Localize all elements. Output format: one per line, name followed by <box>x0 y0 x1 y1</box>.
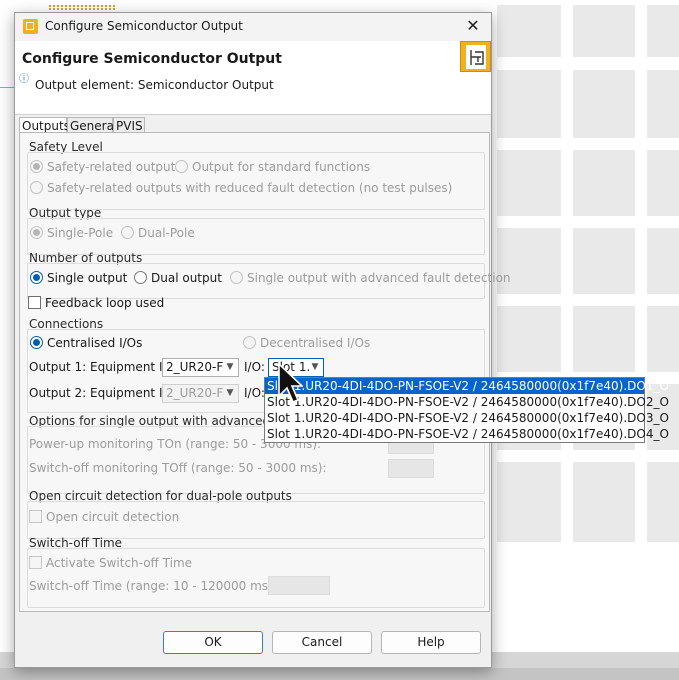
radio-single-output-label: Single output <box>47 271 128 285</box>
mouse-pointer-icon <box>278 362 303 404</box>
canvas-cell <box>573 150 635 216</box>
radio-single-pole-label: Single-Pole <box>47 226 114 240</box>
dialog-header: Configure Semiconductor Output ⓘ Output … <box>15 41 491 115</box>
close-icon[interactable]: ✕ <box>463 16 483 36</box>
help-button[interactable]: Help <box>381 631 481 654</box>
radio-reduced-fault-detection[interactable] <box>30 181 43 194</box>
canvas-element-outline <box>49 5 115 10</box>
canvas-cell <box>573 306 635 372</box>
dropdown-option-do4[interactable]: Slot 1.UR20-4DI-4DO-PN-FSOE-V2 / 2464580… <box>265 426 669 442</box>
feedback-loop-checkbox[interactable] <box>28 296 41 309</box>
canvas-cell <box>573 228 635 294</box>
window-title: Configure Semiconductor Output <box>45 19 243 33</box>
open-circuit-checkbox[interactable] <box>29 510 42 523</box>
title-bar: Configure Semiconductor Output ✕ <box>15 13 491 41</box>
radio-standard-functions[interactable] <box>175 160 188 173</box>
dropdown-option-do1[interactable]: Slot 1.UR20-4DI-4DO-PN-FSOE-V2 / 2464580… <box>265 378 669 394</box>
header-title: Configure Semiconductor Output <box>22 51 282 67</box>
chevron-down-icon: ▼ <box>309 359 321 376</box>
radio-dual-pole-label: Dual-Pole <box>138 226 195 240</box>
radio-safety-related[interactable] <box>30 160 43 173</box>
output1-io-label: I/O: <box>244 360 265 374</box>
info-icon: ⓘ <box>19 74 29 85</box>
output1-equipment-value: 2_UR20-FE <box>166 360 231 374</box>
dropdown-option-do3[interactable]: Slot 1.UR20-4DI-4DO-PN-FSOE-V2 / 2464580… <box>265 410 669 426</box>
radio-dual-pole[interactable] <box>121 226 134 239</box>
canvas-cell <box>497 462 561 542</box>
output2-equipment-value: 2_UR20-FE <box>166 386 231 400</box>
radio-advanced-fault-detection-label: Single output with advanced fault detect… <box>247 271 511 285</box>
horizontal-scrollbar[interactable] <box>0 668 679 680</box>
open-circuit-label: Open circuit detection <box>46 510 180 524</box>
radio-advanced-fault-detection[interactable] <box>230 271 243 284</box>
canvas-cell <box>497 306 561 372</box>
canvas-cell <box>573 462 635 542</box>
ok-button[interactable]: OK <box>163 631 263 654</box>
configure-output-dialog: Configure Semiconductor Output ✕ Configu… <box>14 12 511 668</box>
tab-general[interactable]: General <box>67 117 117 133</box>
output2-equipment-label: Output 2: Equipment ID: <box>29 386 176 400</box>
chevron-down-icon: ▼ <box>224 359 236 376</box>
switch-off-time-label: Switch-off Time (range: 10 - 120000 ms): <box>29 579 277 593</box>
switchoff-monitoring-input[interactable] <box>388 459 434 478</box>
radio-safety-related-label: Safety-related output <box>47 160 176 174</box>
output2-io-label: I/O: <box>244 386 265 400</box>
switchoff-monitoring-label: Switch-off monitoring TOff (range: 50 - … <box>29 461 327 475</box>
chevron-down-icon: ▼ <box>224 385 236 402</box>
app-icon <box>23 19 38 34</box>
tab-pvis[interactable]: PVIS <box>113 117 145 133</box>
output1-equipment-select[interactable]: 2_UR20-FE ▼ <box>162 358 239 377</box>
output2-equipment-select[interactable]: 2_UR20-FE ▼ <box>162 384 239 403</box>
radio-decentralised-ios-label: Decentralised I/Os <box>260 336 371 350</box>
canvas-cell <box>647 306 679 372</box>
radio-standard-functions-label: Output for standard functions <box>192 160 371 174</box>
canvas-connection-line <box>0 87 14 88</box>
radio-dual-output[interactable] <box>134 271 147 284</box>
header-subtitle: Output element: Semiconductor Output <box>35 78 274 92</box>
tab-outputs[interactable]: Outputs <box>19 117 70 133</box>
feedback-loop-label: Feedback loop used <box>45 296 165 310</box>
activate-switch-off-label: Activate Switch-off Time <box>46 556 193 570</box>
activate-switch-off-checkbox[interactable] <box>29 556 42 569</box>
canvas-cell <box>647 5 679 57</box>
canvas-cell <box>497 70 561 138</box>
semiconductor-output-icon <box>460 41 491 72</box>
radio-reduced-fault-detection-label: Safety-related outputs with reduced faul… <box>47 181 453 195</box>
canvas-cell <box>647 150 679 216</box>
outputs-tab-panel: Safety Level Safety-related output Outpu… <box>19 132 511 612</box>
canvas-cell <box>647 228 679 294</box>
canvas-cell <box>573 70 635 138</box>
canvas-cell <box>573 5 635 57</box>
canvas-cell <box>497 150 561 216</box>
radio-decentralised-ios[interactable] <box>243 336 256 349</box>
switch-off-time-input[interactable] <box>268 576 330 595</box>
canvas-cell <box>497 5 561 57</box>
output1-equipment-label: Output 1: Equipment ID: <box>29 360 176 374</box>
canvas-cell <box>647 462 679 542</box>
cancel-button[interactable]: Cancel <box>272 631 372 654</box>
radio-single-output[interactable] <box>30 271 43 284</box>
radio-single-pole[interactable] <box>30 226 43 239</box>
dropdown-option-do2[interactable]: Slot 1.UR20-4DI-4DO-PN-FSOE-V2 / 2464580… <box>265 394 669 410</box>
radio-centralised-ios-label: Centralised I/Os <box>47 336 143 350</box>
radio-centralised-ios[interactable] <box>30 336 43 349</box>
canvas-cell <box>647 70 679 138</box>
io-dropdown-list: Slot 1.UR20-4DI-4DO-PN-FSOE-V2 / 2464580… <box>264 377 669 443</box>
radio-dual-output-label: Dual output <box>151 271 222 285</box>
